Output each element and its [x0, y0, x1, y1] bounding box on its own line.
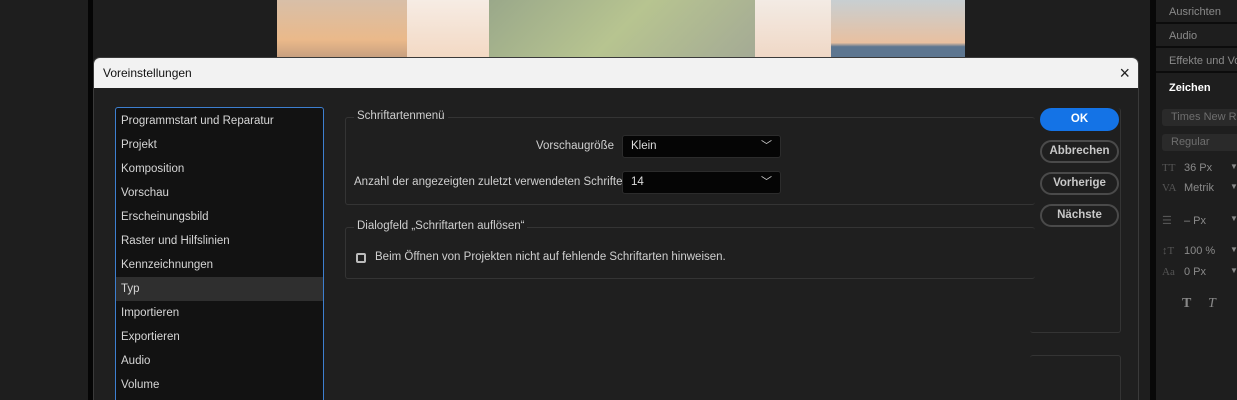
category-item[interactable]: Erscheinungsbild — [116, 205, 323, 229]
category-item[interactable]: Audio — [116, 349, 323, 373]
baseline-shift-row[interactable]: Aa 0 Px ▼ — [1162, 266, 1237, 284]
cancel-button[interactable]: Abbrechen — [1040, 140, 1119, 163]
category-item[interactable]: Projekt — [116, 133, 323, 157]
settings-panel-border — [1030, 355, 1121, 400]
tab-ausrichten[interactable]: Ausrichten — [1156, 0, 1237, 24]
composition-preview-image — [277, 0, 965, 57]
dropdown-arrow-icon[interactable]: ▼ — [1230, 266, 1237, 275]
recent-fonts-label: Anzahl der angezeigten zuletzt verwendet… — [354, 176, 629, 188]
character-panel: Ausrichten Audio Effekte und Vorgaben Ze… — [1156, 0, 1237, 400]
category-item[interactable]: Volume — [116, 373, 323, 397]
dropdown-arrow-icon[interactable]: ▼ — [1230, 245, 1237, 254]
close-icon[interactable]: × — [1119, 58, 1130, 88]
vertical-scale-row[interactable]: ↕T 100 % ▼ — [1162, 245, 1237, 263]
tab-effects[interactable]: Effekte und Vorgaben — [1156, 49, 1237, 73]
font-style-field[interactable]: Regular — [1162, 134, 1237, 151]
kerning-row[interactable]: VA Metrik ▼ — [1162, 182, 1237, 200]
preview-size-dropdown[interactable]: Klein ﹀ — [622, 135, 781, 158]
next-button[interactable]: Nächste — [1040, 204, 1119, 227]
leading-icon: ☰ — [1162, 215, 1172, 227]
chevron-down-icon: ﹀ — [761, 140, 772, 152]
font-size-icon: TT — [1162, 162, 1176, 174]
category-item[interactable]: Kennzeichnungen — [116, 253, 323, 277]
font-size-row[interactable]: TT 36 Px ▼ — [1162, 162, 1237, 180]
tab-zeichen[interactable]: Zeichen — [1156, 76, 1237, 100]
category-item[interactable]: Komposition — [116, 157, 323, 181]
baseline-shift-icon: Aa — [1162, 266, 1175, 278]
previous-button[interactable]: Vorherige — [1040, 172, 1119, 195]
tab-audio[interactable]: Audio — [1156, 24, 1237, 48]
bold-button[interactable]: T — [1182, 296, 1191, 312]
dialog-titlebar: Voreinstellungen × — [94, 58, 1138, 88]
dropdown-arrow-icon[interactable]: ▼ — [1230, 182, 1237, 191]
dropdown-arrow-icon[interactable]: ▼ — [1230, 214, 1237, 223]
category-item[interactable]: Importieren — [116, 301, 323, 325]
preview-size-label: Vorschaugröße — [536, 140, 614, 152]
preferences-dialog: Voreinstellungen × Programmstart und Rep… — [93, 57, 1139, 400]
dropdown-arrow-icon[interactable]: ▼ — [1230, 162, 1237, 171]
category-list[interactable]: Programmstart und Reparatur Projekt Komp… — [115, 107, 324, 400]
section-legend: Schriftartenmenü — [354, 110, 448, 122]
italic-button[interactable]: T — [1208, 296, 1216, 312]
section-legend: Dialogfeld „Schriftarten auflösen“ — [354, 220, 528, 232]
leading-row[interactable]: ☰ – Px ▼ — [1162, 214, 1237, 232]
missing-fonts-checkbox-label[interactable]: Beim Öffnen von Projekten nicht auf fehl… — [375, 251, 726, 263]
left-panel — [0, 0, 88, 400]
dialog-title: Voreinstellungen — [103, 66, 192, 80]
category-item[interactable]: Exportieren — [116, 325, 323, 349]
font-family-field[interactable]: Times New Roman — [1162, 109, 1237, 126]
category-item[interactable]: Programmstart und Reparatur — [116, 109, 323, 133]
category-item[interactable]: Vorschau — [116, 181, 323, 205]
category-item-selected[interactable]: Typ — [116, 277, 323, 301]
chevron-down-icon: ﹀ — [761, 176, 772, 188]
recent-fonts-dropdown[interactable]: 14 ﹀ — [622, 171, 781, 194]
ok-button[interactable]: OK — [1040, 108, 1119, 131]
category-item[interactable]: Raster und Hilfslinien — [116, 229, 323, 253]
kerning-icon: VA — [1162, 182, 1177, 194]
missing-fonts-checkbox[interactable] — [356, 253, 366, 263]
vertical-scale-icon: ↕T — [1162, 245, 1175, 257]
